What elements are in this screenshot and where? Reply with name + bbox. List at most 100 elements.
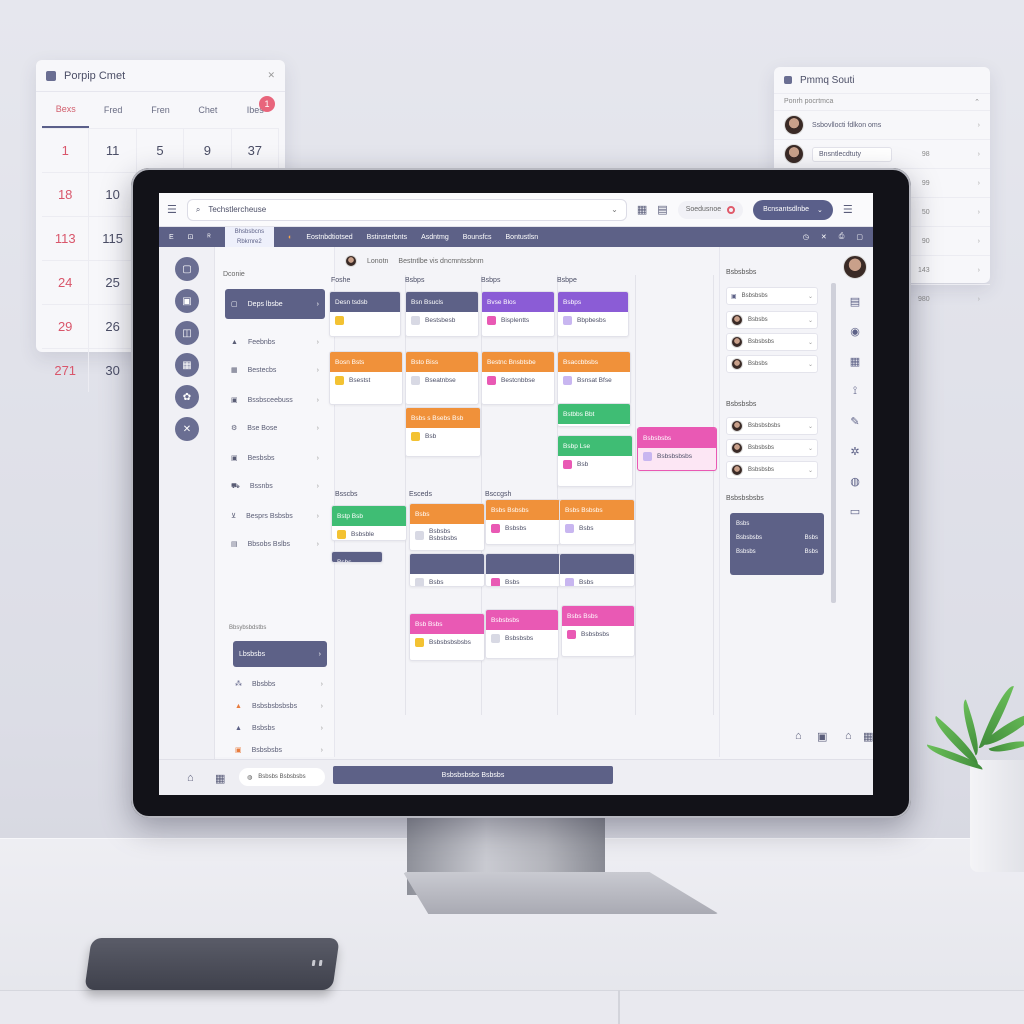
sidebar-item[interactable]: ▣ Besbsbs › <box>225 447 325 469</box>
grid-icon[interactable]: ▦ <box>637 203 647 216</box>
task-card[interactable]: Bosn Bsts Bsestst <box>329 351 403 405</box>
edit-icon[interactable]: ✎ <box>847 413 863 429</box>
right-panel-item[interactable]: Bsbsbsbsbs ⌄ <box>726 417 818 435</box>
task-card[interactable]: Bsb Bsbs Bsbsbsbsbsbs <box>409 613 485 661</box>
card-icon[interactable]: ▭ <box>847 503 863 519</box>
sidebar-item[interactable]: ▤ Bbsobs Bslbs › <box>225 533 325 555</box>
tab-active[interactable]: Bhsbsbcns Rbkrnre2 <box>224 227 275 247</box>
tools-icon[interactable]: ✕ <box>821 233 827 241</box>
right-panel-item[interactable]: Bsbsbsbs ⌄ <box>726 333 818 351</box>
rail-home-icon[interactable]: ▢ <box>175 257 199 281</box>
chat-icon[interactable]: ▤ <box>657 203 667 216</box>
scrollbar[interactable] <box>831 283 836 603</box>
rail-settings-icon[interactable]: ✿ <box>175 385 199 409</box>
sidebar-subitem[interactable]: ▲ Bsbsbsbsbsbs › <box>229 695 329 717</box>
task-card[interactable]: Bsbs Bsbsbs Bsbs <box>559 499 635 545</box>
globe-icon[interactable]: ◍ <box>847 473 863 489</box>
right-panel-item[interactable]: Bsbsbs ⌄ <box>726 311 818 329</box>
calendar-day[interactable]: 1 <box>42 128 90 172</box>
right-panel-item[interactable]: ▣ Bsbsbsbs ⌄ <box>726 287 818 305</box>
workspace-button[interactable]: Bcnsantsdlnbe ⌄ <box>753 199 833 220</box>
right-panel-item[interactable]: Bsbsbsbs ⌄ <box>726 461 818 479</box>
task-card[interactable]: Bsaccbbsbs Bsnsat Bfse <box>557 351 631 405</box>
right-panel-item[interactable]: Bsbsbs ⌄ <box>726 355 818 373</box>
house-icon[interactable]: ⌂ <box>845 730 852 742</box>
nav-item-2[interactable]: Bstinsterbnts <box>367 234 407 241</box>
sidebar-item-active[interactable]: Lbsbsbs › <box>233 641 327 667</box>
nav-item-3[interactable]: Asdntmg <box>421 234 449 241</box>
task-card[interactable]: Bsbs <box>485 553 561 587</box>
sidebar-item[interactable]: ⊻ Besprs Bsbsbs › <box>225 505 325 527</box>
share-icon[interactable]: ⟟ <box>847 383 863 399</box>
status-pill[interactable]: Soedusnoe <box>677 200 744 219</box>
menu-icon[interactable]: ☰ <box>167 203 177 216</box>
task-card[interactable]: Bsn Bsucls Bestsbesb <box>405 291 479 337</box>
sidebar-item[interactable]: ⛟ Bssnbs › <box>225 475 325 497</box>
calendar-day[interactable]: 37 <box>231 128 279 172</box>
user-avatar[interactable] <box>843 255 867 279</box>
calendar-day[interactable]: 271 <box>42 348 90 392</box>
square-icon[interactable]: ▣ <box>817 730 827 743</box>
calendar-day[interactable]: 24 <box>42 260 90 304</box>
rail-calendar-icon[interactable]: ▣ <box>175 289 199 313</box>
sidebar-subitem[interactable]: ▲ Bsbsbs › <box>229 717 329 739</box>
task-card[interactable]: Bsbsbsbs Bsbsbsbsbs <box>637 427 717 471</box>
sidebar-item[interactable]: ▲ Feebnbs › <box>225 331 325 353</box>
calendar-day[interactable]: 29 <box>42 304 90 348</box>
chevron-down-icon[interactable]: ⌄ <box>611 205 618 214</box>
calendar-day[interactable]: 5 <box>136 128 185 172</box>
task-card[interactable]: Bsbs Bsbsbs Bsbsbs <box>485 499 561 545</box>
rail-doc-icon[interactable]: ◫ <box>175 321 199 345</box>
task-card[interactable]: Bstp Bsb Bsbsble <box>331 505 407 541</box>
target-icon[interactable]: ◉ <box>847 323 863 339</box>
task-card[interactable]: Bsbps Bbpbesbs <box>557 291 629 337</box>
sidebar-item[interactable]: ▦ Bestecbs › <box>225 359 325 381</box>
nav-item-4[interactable]: Bounsfcs <box>463 234 492 241</box>
inbox-icon[interactable]: ⊡ <box>188 233 194 241</box>
people-row[interactable]: Ssbovllocti fdlkon oms › <box>774 110 990 139</box>
close-icon[interactable]: ✕ <box>267 70 275 81</box>
calendar-day[interactable]: 9 <box>184 128 232 172</box>
sidebar-item[interactable]: ▢ Deps lbsbe › <box>225 289 325 319</box>
search-input[interactable]: ⌕ Techstlercheuse ⌄ <box>186 198 627 221</box>
task-card[interactable]: Bstbbs Bbt <box>557 403 631 427</box>
task-card[interactable]: Bsbs Bsbs Bsbsbsbs <box>561 605 635 657</box>
nav-item-1[interactable]: Eostnbdtiotsed <box>306 234 352 241</box>
nav-item-5[interactable]: Bontustlsn <box>506 234 539 241</box>
window-icon[interactable]: ▢ <box>856 233 863 241</box>
hamburger-icon[interactable]: ☰ <box>843 203 853 216</box>
sidebar-subitem[interactable]: ⁂ Bbsbbs › <box>229 673 329 695</box>
calendar-icon[interactable]: ▦ <box>863 730 873 743</box>
rail-grid-icon[interactable]: ▦ <box>175 353 199 377</box>
bottom-action-button[interactable]: Bsbsbsbsbs Bsbsbs <box>333 766 613 784</box>
task-card[interactable]: Bsbs s Bsebs Bsb Bsb <box>405 407 481 457</box>
calendar-day[interactable]: 113 <box>42 216 90 260</box>
right-panel-item[interactable]: Bsbsbsbs ⌄ <box>726 439 818 457</box>
task-card[interactable]: Desn tsdsb <box>329 291 401 337</box>
calendar-day[interactable]: 18 <box>42 172 90 216</box>
calendar-day[interactable]: 30 <box>89 348 137 392</box>
clock-icon[interactable]: ◷ <box>803 233 809 241</box>
task-card[interactable]: Bsbs <box>559 553 635 587</box>
edit-icon[interactable]: E <box>169 234 174 241</box>
calendar-day[interactable]: 26 <box>89 304 137 348</box>
task-card[interactable]: Bsbs Bsbsbs Bsbsbsbs <box>409 503 485 551</box>
calendar-day[interactable]: 10 <box>89 172 137 216</box>
task-card[interactable]: Bvse Blos Bisplentts <box>481 291 555 337</box>
task-card[interactable]: Bsto Biss Bseatnbse <box>405 351 479 405</box>
calendar-day[interactable]: 115 <box>89 216 137 260</box>
grid-icon[interactable]: ▦ <box>215 772 225 785</box>
bottom-input[interactable]: ◍ Bsbsbs Bsbsbsbs <box>239 768 325 786</box>
task-card[interactable]: Bestnc Bnsbtsbe Bestcnbbse <box>481 351 555 405</box>
sidebar-item[interactable]: ⚙ Bse Bose › <box>225 417 325 439</box>
table-icon[interactable]: ▦ <box>847 353 863 369</box>
print-icon[interactable]: ⎙ <box>839 233 845 241</box>
building-icon[interactable]: ▤ <box>847 293 863 309</box>
calendar-day[interactable]: 25 <box>89 260 137 304</box>
sidebar-item[interactable]: ▣ Bssbsceebuss › <box>225 389 325 411</box>
people-row[interactable]: Bnsntlecdtuty 98 › <box>774 139 990 168</box>
task-card[interactable]: Bsbsbsbs Bsbsbsbs <box>485 609 559 659</box>
task-card[interactable]: Bsbp Lse Bsb <box>557 435 633 487</box>
sidebar-subitem[interactable]: ▣ Bsbsbsbs › <box>229 739 329 761</box>
task-card[interactable]: Bsbs <box>331 551 383 563</box>
